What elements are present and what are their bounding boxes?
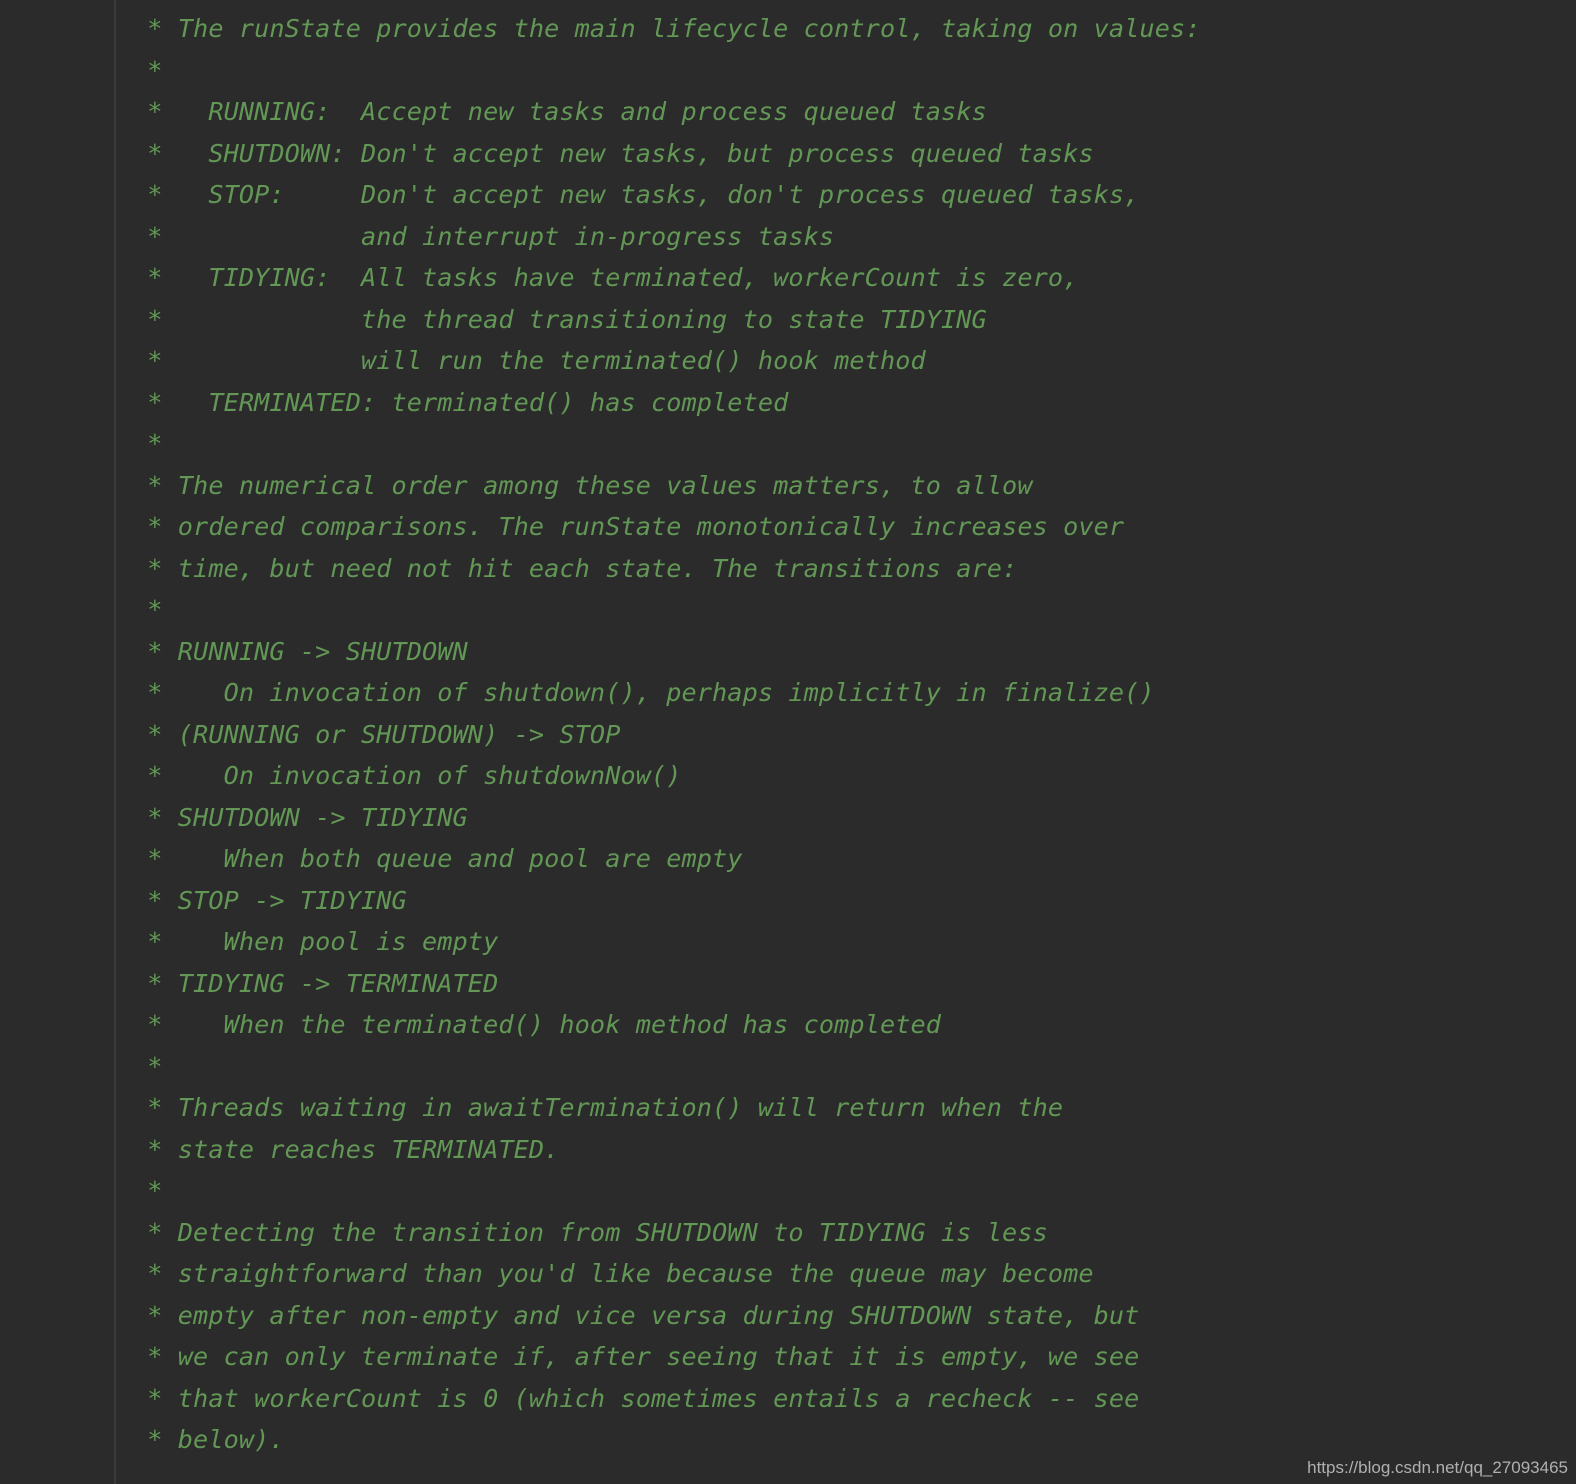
code-line: * Threads waiting in awaitTermination() … — [132, 1087, 1576, 1129]
code-line: * When the terminated() hook method has … — [132, 1004, 1576, 1046]
code-line: * — [132, 1170, 1576, 1212]
code-line: * we can only terminate if, after seeing… — [132, 1336, 1576, 1378]
code-line: * that workerCount is 0 (which sometimes… — [132, 1378, 1576, 1420]
code-line: * state reaches TERMINATED. — [132, 1129, 1576, 1171]
code-line: * — [132, 589, 1576, 631]
code-line: * RUNNING -> SHUTDOWN — [132, 631, 1576, 673]
code-line: * The runState provides the main lifecyc… — [132, 8, 1576, 50]
editor-gutter — [0, 0, 114, 1484]
code-line: * straightforward than you'd like becaus… — [132, 1253, 1576, 1295]
code-area[interactable]: * The runState provides the main lifecyc… — [116, 0, 1576, 1484]
code-line: * time, but need not hit each state. The… — [132, 548, 1576, 590]
code-line: * (RUNNING or SHUTDOWN) -> STOP — [132, 714, 1576, 756]
code-line: * empty after non-empty and vice versa d… — [132, 1295, 1576, 1337]
code-line: * TERMINATED: terminated() has completed — [132, 382, 1576, 424]
code-line: * On invocation of shutdownNow() — [132, 755, 1576, 797]
code-line: * — [132, 1046, 1576, 1088]
code-line: * the thread transitioning to state TIDY… — [132, 299, 1576, 341]
code-line: * Detecting the transition from SHUTDOWN… — [132, 1212, 1576, 1254]
code-line: * — [132, 50, 1576, 92]
code-line: * will run the terminated() hook method — [132, 340, 1576, 382]
code-line: * below). — [132, 1419, 1576, 1461]
code-line: * TIDYING: All tasks have terminated, wo… — [132, 257, 1576, 299]
code-line: * On invocation of shutdown(), perhaps i… — [132, 672, 1576, 714]
code-line: * STOP -> TIDYING — [132, 880, 1576, 922]
code-line: * SHUTDOWN -> TIDYING — [132, 797, 1576, 839]
code-line: * TIDYING -> TERMINATED — [132, 963, 1576, 1005]
code-line: * When pool is empty — [132, 921, 1576, 963]
editor-window: * The runState provides the main lifecyc… — [0, 0, 1576, 1484]
watermark-text: https://blog.csdn.net/qq_27093465 — [1307, 1458, 1568, 1478]
code-line: * RUNNING: Accept new tasks and process … — [132, 91, 1576, 133]
code-line: * — [132, 423, 1576, 465]
code-line: * STOP: Don't accept new tasks, don't pr… — [132, 174, 1576, 216]
code-line: * and interrupt in-progress tasks — [132, 216, 1576, 258]
code-line: * SHUTDOWN: Don't accept new tasks, but … — [132, 133, 1576, 175]
code-line: * ordered comparisons. The runState mono… — [132, 506, 1576, 548]
code-line: * The numerical order among these values… — [132, 465, 1576, 507]
code-line: * When both queue and pool are empty — [132, 838, 1576, 880]
